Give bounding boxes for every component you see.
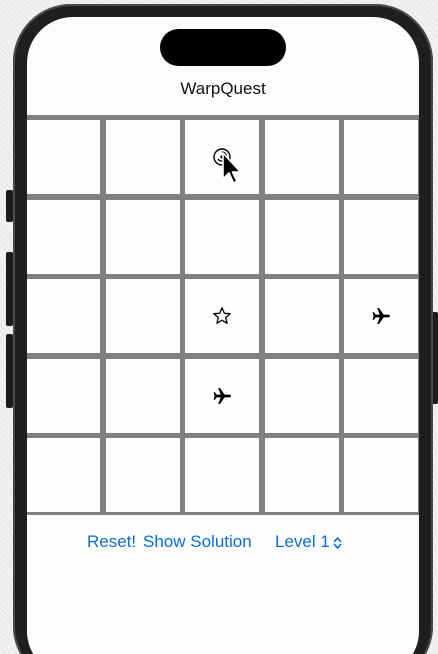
airplane-icon: [213, 388, 231, 404]
grid-cell[interactable]: [106, 359, 180, 433]
dynamic-island: [160, 29, 286, 66]
grid-cell[interactable]: [265, 359, 339, 433]
grid-cell[interactable]: [265, 120, 339, 194]
grid-cell[interactable]: [344, 120, 418, 194]
airplane-icon: [372, 308, 390, 324]
phone-volume-down-button: [6, 334, 13, 408]
grid-cell[interactable]: [27, 120, 100, 194]
grid-cell[interactable]: [185, 279, 259, 353]
grid-cell[interactable]: [106, 120, 180, 194]
app-title: WarpQuest: [180, 79, 266, 98]
grid-cell[interactable]: [344, 200, 418, 274]
grid-cell[interactable]: [265, 279, 339, 353]
phone-action-button: [6, 190, 13, 222]
grid-cell[interactable]: [106, 438, 180, 512]
level-picker[interactable]: Level 1: [275, 532, 342, 552]
grid-cell[interactable]: [27, 279, 100, 353]
grid-cell[interactable]: [27, 359, 100, 433]
grid-cell[interactable]: [344, 279, 418, 353]
show-solution-button[interactable]: Show Solution: [143, 532, 252, 552]
grid-cell[interactable]: [185, 359, 259, 433]
phone-volume-up-button: [6, 252, 13, 326]
chevron-up-down-icon: [333, 536, 342, 549]
grid-cell[interactable]: [27, 438, 100, 512]
grid-cell[interactable]: [344, 438, 418, 512]
grid-cell[interactable]: [106, 279, 180, 353]
grid-cell[interactable]: [27, 200, 100, 274]
grid-cell[interactable]: [265, 200, 339, 274]
grid-cell[interactable]: [265, 438, 339, 512]
grid-cell[interactable]: [185, 438, 259, 512]
star-icon: [213, 307, 231, 324]
grid-cell[interactable]: [344, 359, 418, 433]
grid-cell[interactable]: [185, 200, 259, 274]
app-screen: WarpQuest Reset! Show Solution Level 1: [27, 17, 419, 654]
mouse-pointer-icon: [222, 152, 242, 184]
level-label: Level 1: [275, 532, 330, 551]
reset-button[interactable]: Reset!: [87, 532, 136, 552]
grid-cell[interactable]: [106, 200, 180, 274]
